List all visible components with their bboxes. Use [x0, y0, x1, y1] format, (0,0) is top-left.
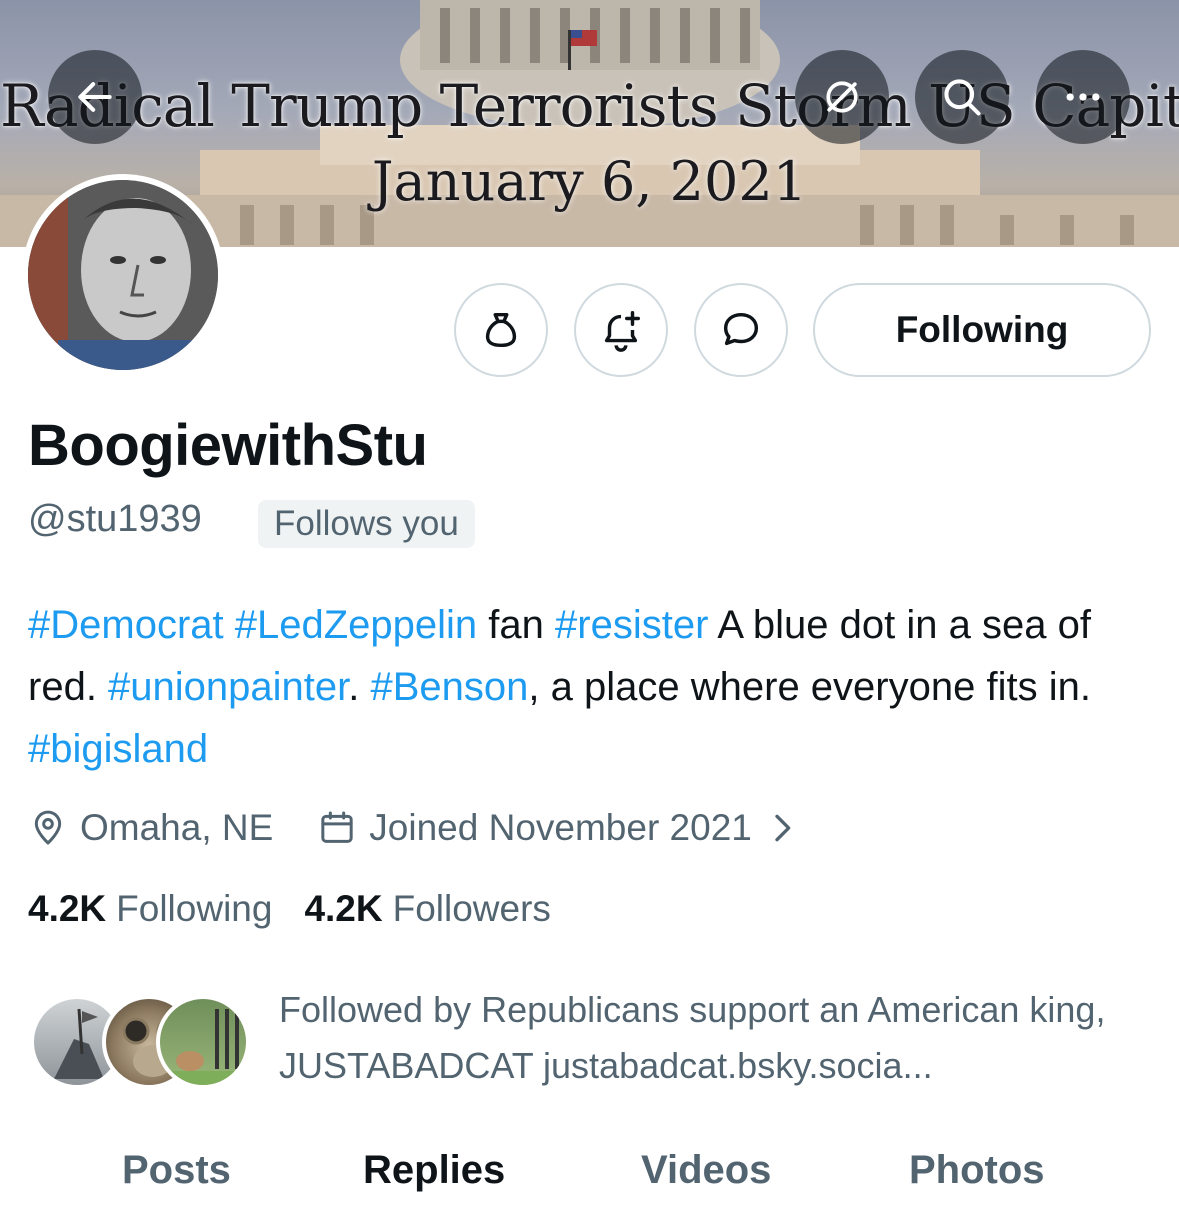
- display-name: BoogiewithStu: [28, 413, 428, 478]
- following-button[interactable]: Following: [813, 283, 1151, 377]
- hashtag-democrat[interactable]: #Democrat: [28, 603, 224, 647]
- tab-photos[interactable]: Photos: [909, 1148, 1045, 1193]
- mutual-avatar-3-image: [160, 1009, 246, 1085]
- following-count: 4.2K: [28, 888, 107, 929]
- calendar-icon: [321, 811, 353, 843]
- grok-icon: [826, 81, 858, 113]
- follows-you-badge: Follows you: [258, 500, 475, 548]
- tip-button[interactable]: [454, 283, 548, 377]
- bio: #Democrat #LedZeppelin fan #resister A b…: [28, 594, 1148, 780]
- tab-posts[interactable]: Posts: [122, 1148, 231, 1193]
- tab-replies[interactable]: Replies: [363, 1148, 505, 1193]
- tab-videos[interactable]: Videos: [641, 1148, 771, 1193]
- followed-by-text[interactable]: Followed by Republicans support an Ameri…: [279, 982, 1139, 1094]
- grok-button[interactable]: [795, 50, 889, 144]
- bio-text: , a place where everyone fits in.: [528, 665, 1091, 709]
- hashtag-resister[interactable]: #resister: [555, 603, 708, 647]
- location: Omaha, NE: [28, 807, 273, 849]
- bio-text: fan: [477, 603, 556, 647]
- more-button[interactable]: [1036, 50, 1130, 144]
- followers-count-link[interactable]: 4.2K Followers: [304, 888, 550, 930]
- search-icon: [944, 79, 981, 116]
- location-pin-icon: [34, 810, 62, 845]
- profile-meta: Omaha, NE Joined November 2021: [28, 800, 802, 856]
- bio-text: .: [348, 665, 371, 709]
- hashtag-bigisland[interactable]: #bigisland: [28, 727, 208, 771]
- join-date[interactable]: Joined November 2021: [317, 807, 802, 849]
- money-bag-icon: [485, 312, 517, 348]
- hashtag-unionpainter[interactable]: #unionpainter: [108, 665, 348, 709]
- arrow-left-icon: [78, 82, 112, 112]
- location-text: Omaha, NE: [80, 807, 274, 848]
- followers-count: 4.2K: [304, 888, 383, 929]
- search-button[interactable]: [915, 50, 1009, 144]
- message-icon: [723, 312, 759, 346]
- mutual-avatar-3[interactable]: [156, 995, 250, 1089]
- following-label: Following: [116, 888, 273, 929]
- join-date-text: Joined November 2021: [369, 807, 752, 848]
- avatar[interactable]: [22, 174, 224, 376]
- handle: @stu1939: [28, 498, 202, 540]
- follow-counts: 4.2K Following 4.2K Followers: [28, 888, 551, 930]
- hashtag-ledzeppelin[interactable]: #LedZeppelin: [235, 603, 477, 647]
- message-button[interactable]: [694, 283, 788, 377]
- bell-plus-icon: [604, 311, 640, 352]
- chevron-right-icon: [775, 814, 791, 842]
- bio-text: [224, 603, 235, 647]
- followers-label: Followers: [392, 888, 551, 929]
- following-count-link[interactable]: 4.2K Following: [28, 888, 272, 930]
- back-button[interactable]: [48, 50, 142, 144]
- hashtag-benson[interactable]: #Benson: [371, 665, 529, 709]
- more-icon: [1066, 93, 1100, 101]
- avatar-image: [28, 180, 218, 370]
- notifications-button[interactable]: [574, 283, 668, 377]
